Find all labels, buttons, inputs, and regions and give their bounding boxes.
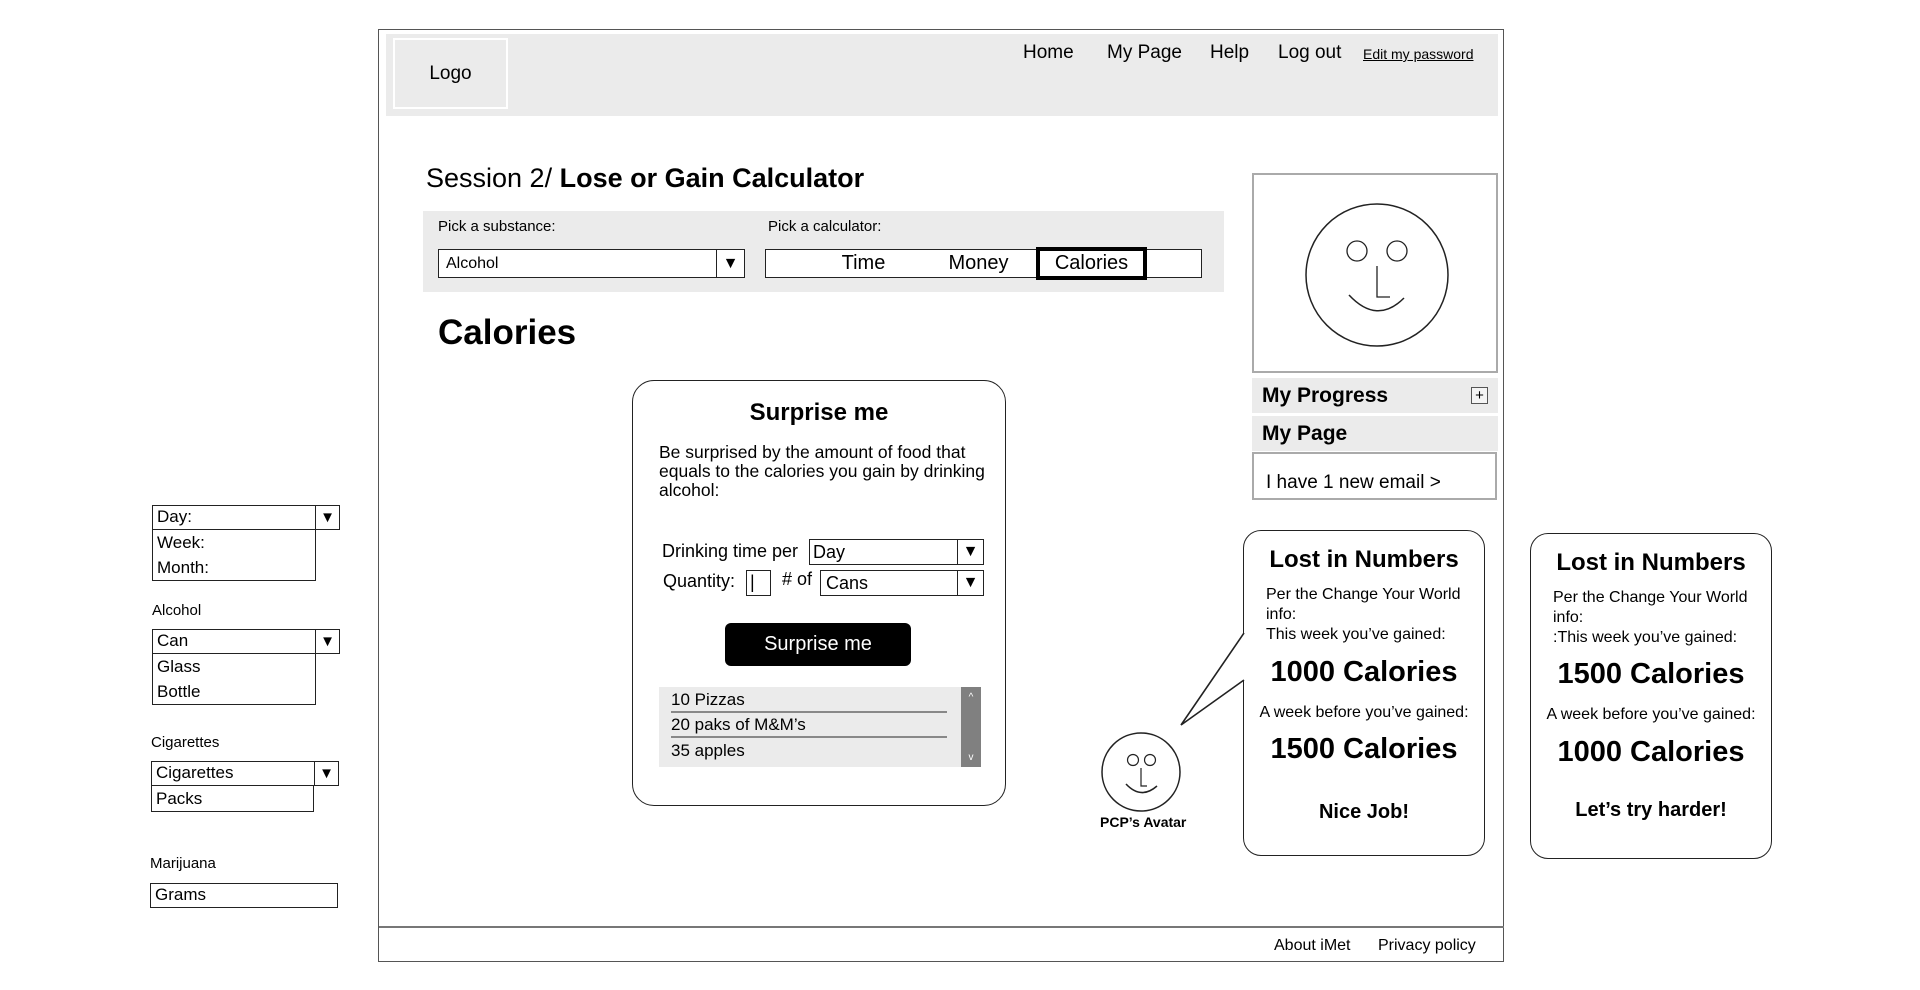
dropdown-arrow-icon[interactable]: ▼ bbox=[957, 571, 983, 595]
bubble-week-before-label: A week before you’ve gained: bbox=[1546, 706, 1756, 723]
logo[interactable]: Logo bbox=[393, 38, 508, 109]
marijuana-unit-field[interactable]: Grams bbox=[150, 883, 338, 908]
option-packs[interactable]: Packs bbox=[152, 786, 313, 811]
tab-time[interactable]: Time bbox=[816, 250, 911, 277]
nav-my-page[interactable]: My Page bbox=[1107, 42, 1182, 64]
surprise-title: Surprise me bbox=[749, 399, 889, 426]
list-item: 35 apples bbox=[671, 741, 745, 760]
option-glass[interactable]: Glass bbox=[153, 654, 315, 679]
title-session: Session 2/ bbox=[426, 163, 553, 193]
surprise-description: Be surprised by the amount of food that … bbox=[659, 442, 985, 500]
alcohol-selected: Can bbox=[157, 631, 189, 650]
dropdown-arrow-icon[interactable]: ▼ bbox=[957, 540, 983, 564]
logo-text: Logo bbox=[429, 62, 472, 84]
pcp-avatar-label: PCP’s Avatar bbox=[1100, 814, 1187, 830]
my-progress-panel[interactable]: My Progress + bbox=[1252, 378, 1498, 413]
page-title: Session 2/ Lose or Gain Calculator bbox=[426, 163, 864, 194]
results-list: 10 Pizzas 20 paks of M&M’s 35 apples ^ v bbox=[659, 687, 981, 767]
smiley-avatar-icon bbox=[1305, 203, 1449, 347]
option-week[interactable]: Week: bbox=[153, 530, 315, 555]
calculator-label: Pick a calculator: bbox=[768, 218, 882, 235]
bubble-this-week-value: 1000 Calories bbox=[1270, 656, 1458, 688]
time-dropdown-annotation: Day: ▼ Week: Month: bbox=[152, 505, 340, 581]
unit-select[interactable]: Cans ▼ bbox=[820, 570, 984, 596]
bubble-this-week-label: :This week you’ve gained: bbox=[1553, 629, 1738, 646]
dropdown-arrow-icon[interactable]: ▼ bbox=[314, 762, 338, 785]
of-label: # of bbox=[782, 569, 813, 589]
scroll-down-icon[interactable]: v bbox=[961, 752, 981, 763]
surprise-card: Surprise me Be surprised by the amount o… bbox=[632, 380, 1006, 806]
edit-password-link[interactable]: Edit my password bbox=[1363, 46, 1473, 62]
bubble-this-week-value: 1500 Calories bbox=[1557, 658, 1745, 690]
calculator-tabs: Time Money Calories bbox=[765, 247, 1202, 280]
unit-value: Cans bbox=[826, 572, 869, 593]
scroll-up-icon[interactable]: ^ bbox=[961, 692, 981, 703]
substance-select[interactable]: Alcohol ▼ bbox=[438, 249, 745, 278]
alcohol-unit-dropdown[interactable]: Can ▼ bbox=[152, 629, 340, 654]
my-progress-label: My Progress bbox=[1262, 383, 1389, 407]
section-heading: Calories bbox=[438, 313, 577, 352]
cigarettes-unit-dropdown[interactable]: Cigarettes ▼ bbox=[151, 761, 339, 786]
title-calculator: Lose or Gain Calculator bbox=[552, 163, 865, 193]
surprise-me-button[interactable]: Surprise me bbox=[725, 623, 911, 666]
footer-divider bbox=[379, 926, 1504, 928]
drinking-time-value: Day bbox=[813, 541, 846, 562]
nav-home[interactable]: Home bbox=[1023, 42, 1074, 64]
bubble-info-text: Per the Change Your World info: bbox=[1553, 589, 1748, 626]
my-page-panel[interactable]: My Page bbox=[1252, 416, 1498, 451]
footer-about-link[interactable]: About iMet bbox=[1274, 937, 1350, 955]
time-options: Week: Month: bbox=[152, 530, 316, 581]
new-email-link[interactable]: I have 1 new email > bbox=[1252, 452, 1497, 500]
bubble-title: Lost in Numbers bbox=[1556, 549, 1746, 576]
tab-calories[interactable]: Calories bbox=[1036, 247, 1147, 280]
alcohol-annotation-label: Alcohol bbox=[152, 602, 202, 619]
bubble-info: Per the Change Your World info: This wee… bbox=[1266, 585, 1486, 645]
nav-help[interactable]: Help bbox=[1210, 42, 1249, 64]
cigarettes-selected: Cigarettes bbox=[156, 763, 234, 782]
list-item: 10 Pizzas bbox=[671, 688, 947, 713]
bubble-week-before-value: 1000 Calories bbox=[1557, 736, 1745, 768]
nav-log-out[interactable]: Log out bbox=[1278, 42, 1341, 64]
time-selected: Day: bbox=[157, 507, 192, 526]
speech-bubble-alternate: Lost in Numbers Per the Change Your Worl… bbox=[1530, 533, 1772, 859]
drinking-time-label: Drinking time per bbox=[662, 541, 799, 561]
bubble-title: Lost in Numbers bbox=[1269, 546, 1459, 573]
marijuana-annotation-label: Marijuana bbox=[150, 855, 216, 872]
cigarettes-dropdown-annotation: Cigarettes ▼ Packs bbox=[151, 761, 339, 812]
list-item: 20 paks of M&M’s bbox=[671, 713, 947, 738]
expand-plus-icon[interactable]: + bbox=[1471, 387, 1488, 404]
bubble-info: Per the Change Your World info: :This we… bbox=[1553, 588, 1773, 648]
cigarettes-options: Packs bbox=[151, 786, 314, 812]
bubble-message: Nice Job! bbox=[1318, 801, 1410, 823]
bubble-message: Let’s try harder! bbox=[1575, 799, 1727, 821]
bubble-this-week-label: This week you’ve gained: bbox=[1266, 626, 1446, 643]
bubble-week-before-label: A week before you’ve gained: bbox=[1259, 704, 1469, 721]
dropdown-arrow-icon[interactable]: ▼ bbox=[315, 630, 339, 653]
bubble-info-text: Per the Change Your World info: bbox=[1266, 586, 1461, 623]
option-bottle[interactable]: Bottle bbox=[153, 679, 315, 704]
speech-bubble-good: Lost in Numbers Per the Change Your Worl… bbox=[1243, 530, 1485, 856]
alcohol-dropdown-annotation: Can ▼ Glass Bottle bbox=[152, 629, 340, 705]
tab-money[interactable]: Money bbox=[926, 250, 1031, 277]
substance-label: Pick a substance: bbox=[438, 218, 556, 235]
speech-bubble-tail bbox=[1180, 632, 1245, 726]
footer-privacy-link[interactable]: Privacy policy bbox=[1378, 937, 1476, 955]
cigarettes-annotation-label: Cigarettes bbox=[151, 734, 220, 751]
alcohol-options: Glass Bottle bbox=[152, 654, 316, 705]
option-month[interactable]: Month: bbox=[153, 555, 315, 580]
quantity-input[interactable]: | bbox=[746, 570, 771, 596]
dropdown-arrow-icon[interactable]: ▼ bbox=[315, 506, 339, 529]
time-dropdown[interactable]: Day: ▼ bbox=[152, 505, 340, 530]
my-page-label: My Page bbox=[1262, 421, 1348, 445]
drinking-time-select[interactable]: Day ▼ bbox=[809, 539, 984, 565]
substance-value: Alcohol bbox=[446, 254, 499, 272]
bubble-week-before-value: 1500 Calories bbox=[1270, 733, 1458, 765]
user-avatar-box bbox=[1252, 173, 1498, 373]
dropdown-arrow-icon[interactable]: ▼ bbox=[716, 250, 744, 277]
quantity-label: Quantity: bbox=[663, 571, 736, 591]
results-scrollbar[interactable]: ^ v bbox=[961, 687, 981, 767]
